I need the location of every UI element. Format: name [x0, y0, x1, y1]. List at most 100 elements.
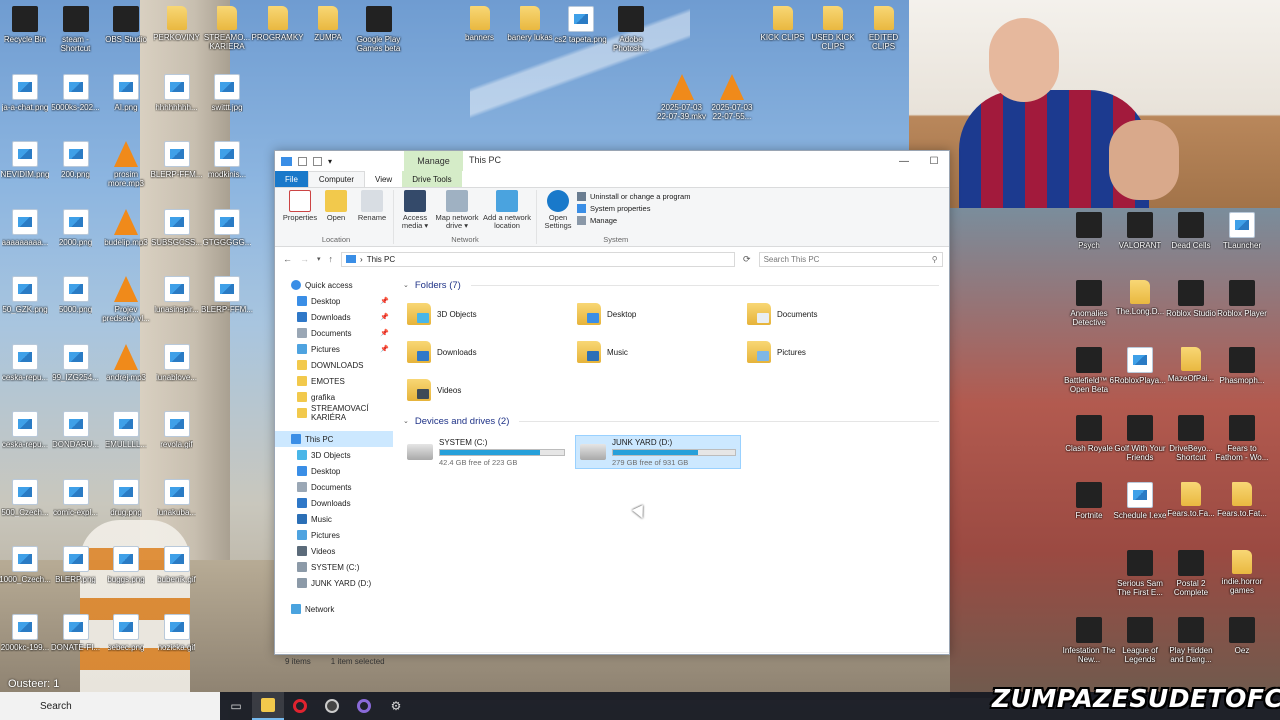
nav-item[interactable]: Desktop 📌	[275, 293, 393, 309]
desktop-icon[interactable]: Recycle Bin	[0, 6, 52, 44]
desktop-icon[interactable]: steam - Shortcut	[49, 6, 103, 53]
manage-button[interactable]: Manage	[577, 216, 690, 225]
desktop-icon[interactable]: modkinis...	[200, 141, 254, 179]
minimize-button[interactable]: —	[889, 151, 919, 171]
breadcrumb-this-pc[interactable]: This PC	[367, 255, 395, 264]
desktop-icon[interactable]: bubenik.gif	[150, 546, 204, 584]
desktop-icon[interactable]: 1000_Czech...	[0, 546, 52, 584]
maximize-button[interactable]: ☐	[919, 151, 949, 171]
drives-group-header[interactable]: ⌄ Devices and drives (2)	[403, 413, 939, 429]
desktop-icon[interactable]: nozicka.gif	[150, 613, 204, 652]
desktop-icon[interactable]: Play Hidden and Dang...	[1164, 617, 1218, 664]
back-arrow-icon[interactable]: ←	[283, 254, 292, 264]
desktop-icon[interactable]: Postal 2 Complete	[1164, 549, 1218, 597]
folders-group-header[interactable]: ⌄ Folders (7)	[403, 277, 939, 293]
desktop-icon[interactable]: USED KICK CLIPS	[806, 6, 860, 51]
open-button[interactable]: Open	[319, 190, 353, 233]
desktop-icon[interactable]: DONATE-FI...	[49, 613, 103, 652]
desktop-icon[interactable]: aaaaaaaaa...	[0, 208, 52, 247]
desktop-icon[interactable]: Schedule I.exe	[1113, 482, 1167, 520]
properties-qat-icon[interactable]	[298, 156, 307, 166]
nav-quick-access[interactable]: Quick access	[275, 277, 393, 293]
desktop-icon[interactable]: andrej.mp3	[99, 343, 153, 382]
desktop-icon[interactable]: RobloxPlaya...	[1113, 347, 1167, 385]
add-network-location-button[interactable]: Add a network location	[482, 190, 532, 233]
desktop-icon[interactable]: ZUMPA	[301, 6, 355, 42]
desktop-icon[interactable]: buggs.png	[99, 546, 153, 584]
desktop-icon[interactable]: 99_IZG254...	[49, 343, 103, 382]
navigation-pane[interactable]: Quick access Desktop 📌 Downloads 📌 Documents…	[275, 271, 393, 652]
desktop-icon[interactable]: Serious Sam The First E...	[1113, 549, 1167, 597]
desktop-icon[interactable]: indie.horror games	[1215, 549, 1269, 595]
desktop-icon[interactable]: EDITED CLIPS	[857, 6, 911, 51]
desktop-icon[interactable]: 200.png	[49, 141, 103, 179]
desktop-icon[interactable]: Fears to Fathom - Wo...	[1215, 414, 1269, 462]
desktop-icon[interactable]: NEVIDIM.png	[0, 141, 52, 179]
desktop-icon[interactable]: 5000ks-202...	[49, 73, 103, 112]
desktop-icon[interactable]: swittt.jpg	[200, 73, 254, 112]
folder-item[interactable]: Pictures	[747, 337, 917, 367]
tab-view[interactable]: View	[365, 171, 402, 187]
desktop-icon[interactable]: ja-a-chat.png	[0, 73, 52, 112]
desktop-icon[interactable]: Adobe Photosh...	[604, 6, 658, 53]
tab-computer[interactable]: Computer	[307, 171, 366, 187]
desktop-icon[interactable]: Clash Royale	[1062, 414, 1116, 453]
desktop-icon[interactable]: lunablove...	[150, 343, 204, 382]
rename-button[interactable]: Rename	[355, 190, 389, 233]
desktop-icon[interactable]: prosim more.mp3	[99, 141, 153, 188]
nav-item[interactable]: Downloads	[275, 495, 393, 511]
nav-item[interactable]: STREAMOVACÍ KARIÉRA	[275, 404, 393, 422]
desktop-icon[interactable]: Dead Cells	[1164, 212, 1218, 250]
nav-item[interactable]: SYSTEM (C:)	[275, 559, 393, 575]
desktop-icon[interactable]: TLauncher	[1215, 212, 1269, 250]
desktop-icon[interactable]: ceska-repu...	[0, 411, 52, 449]
taskbar-search-box[interactable]: Search	[0, 692, 220, 720]
collapse-chevron-icon[interactable]: ⌄	[403, 417, 409, 425]
desktop-icon[interactable]: GTGGGGG...	[200, 208, 254, 247]
desktop-icon[interactable]: STREAMO... KARIERA	[200, 6, 254, 51]
desktop-icon[interactable]: Oez	[1215, 617, 1269, 655]
qat-chevron-icon[interactable]: ▾	[328, 157, 337, 166]
desktop-icon[interactable]: EMULLLL...	[99, 411, 153, 449]
desktop-icon[interactable]: AI.png	[99, 73, 153, 112]
drive-item[interactable]: JUNK YARD (D:) 279 GB free of 931 GB	[575, 435, 741, 469]
desktop-icon[interactable]: League of Legends	[1113, 617, 1167, 664]
desktop-icon[interactable]: drug.png	[99, 478, 153, 517]
access-media-button[interactable]: Access media ▾	[398, 190, 432, 233]
desktop-icon[interactable]: PROGRAMKY	[251, 6, 305, 42]
desktop-icon[interactable]: Roblox Studio	[1164, 279, 1218, 318]
tab-file[interactable]: File	[275, 171, 308, 187]
nav-item[interactable]: Pictures 📌	[275, 341, 393, 357]
recent-chevron-icon[interactable]: ▾	[317, 255, 321, 263]
desktop-icon[interactable]: 50_GZK.png	[0, 276, 52, 314]
desktop-icon[interactable]: SUBSGCSS...	[150, 208, 204, 247]
desktop-icon[interactable]: hhhhhhhh...	[150, 73, 204, 112]
desktop-icon[interactable]: Battlefield™ 6 Open Beta	[1062, 347, 1116, 394]
pin-icon[interactable]: 📌	[380, 329, 389, 337]
obs-taskbar-icon[interactable]	[316, 692, 348, 720]
desktop-icon[interactable]: BLERP-FFM...	[150, 141, 204, 179]
nav-item[interactable]: 3D Objects	[275, 447, 393, 463]
new-folder-qat-icon[interactable]	[313, 156, 322, 166]
nav-item[interactable]: Documents	[275, 479, 393, 495]
address-input[interactable]: › This PC	[341, 251, 736, 267]
pin-icon[interactable]: 📌	[380, 297, 389, 305]
refresh-icon[interactable]: ⟳	[743, 254, 751, 265]
desktop-icon[interactable]: Fears.to.Fa...	[1164, 482, 1218, 518]
folder-item[interactable]: Downloads	[407, 337, 577, 367]
desktop-icon[interactable]: ceska-repu...	[0, 343, 52, 382]
desktop-icon[interactable]: Infestation The New...	[1062, 617, 1116, 664]
folder-item[interactable]: Desktop	[577, 299, 747, 329]
file-explorer-taskbar-icon[interactable]	[252, 692, 284, 720]
desktop-icon[interactable]: 2000.png	[49, 208, 103, 247]
task-view-icon[interactable]: ▭	[220, 692, 252, 720]
forward-arrow-icon[interactable]: →	[300, 254, 309, 264]
desktop-icon[interactable]: banery lukas	[503, 6, 557, 42]
desktop-icon[interactable]: Fears.to.Fat...	[1215, 482, 1269, 518]
nav-item[interactable]: Downloads 📌	[275, 309, 393, 325]
desktop-icon[interactable]: DriveBeyo... Shortcut	[1164, 414, 1218, 462]
pin-icon[interactable]: 📌	[380, 345, 389, 353]
desktop-icon[interactable]: KICK CLIPS	[756, 6, 810, 42]
nav-item[interactable]: Videos	[275, 543, 393, 559]
uninstall-program-button[interactable]: Uninstall or change a program	[577, 192, 690, 201]
